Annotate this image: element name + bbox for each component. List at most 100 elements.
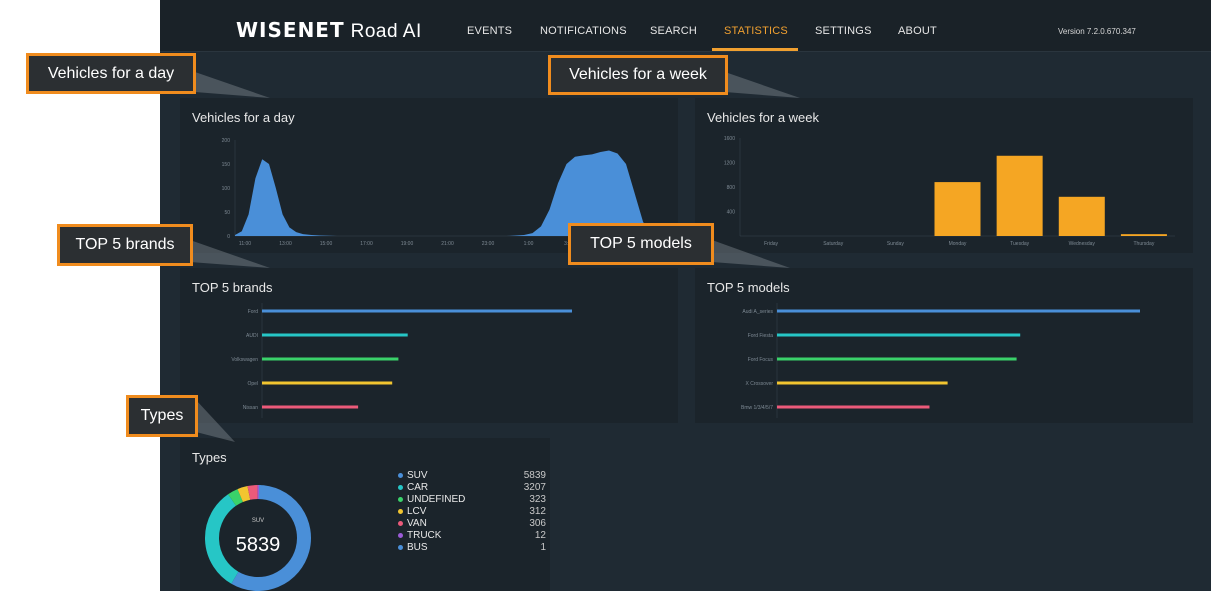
model-bar-1 xyxy=(777,309,1140,313)
legend-dot xyxy=(398,545,403,550)
top-navigation-bar: WISENET Road AI EVENTS NOTIFICATIONS SEAR… xyxy=(160,0,1211,52)
nav-settings[interactable]: SETTINGS xyxy=(815,25,872,37)
y-tick-label: 0 xyxy=(227,234,230,240)
legend-label: CAR xyxy=(407,482,429,493)
wisenet-logo: WISENET Road AI xyxy=(236,18,422,43)
x-tick-label: Friday xyxy=(764,241,778,247)
x-tick-label: 21:00 xyxy=(441,241,454,247)
legend-value: 1 xyxy=(540,542,546,553)
y-tick-label: Volkswagen xyxy=(231,357,258,363)
top-models-chart: Audi A_series Ford Fiesta Ford Focus X Cros… xyxy=(741,303,1140,418)
x-tick-label: 15:00 xyxy=(320,241,333,247)
types-legend-item: UNDEFINED 323 xyxy=(398,494,546,506)
logo-product: Road AI xyxy=(350,21,422,42)
nav-search[interactable]: SEARCH xyxy=(650,25,697,37)
y-tick-label: Opel xyxy=(247,381,258,387)
x-tick-label: Sunday xyxy=(887,241,904,247)
legend-value: 3207 xyxy=(523,482,546,493)
donut-slice-undefined xyxy=(228,489,244,506)
nav-statistics[interactable]: STATISTICS xyxy=(724,25,788,37)
legend-label: UNDEFINED xyxy=(407,494,466,505)
model-bar-2 xyxy=(777,333,1021,337)
legend-dot xyxy=(398,473,403,478)
nav-about[interactable]: ABOUT xyxy=(898,25,937,37)
x-tick-label: 1:00 xyxy=(524,241,534,247)
callout-top-brands: TOP 5 brands xyxy=(57,224,193,266)
y-tick-label: 200 xyxy=(222,138,231,144)
x-tick-label: 19:00 xyxy=(401,241,414,247)
y-tick-label: 100 xyxy=(222,186,231,192)
x-tick-label: 23:00 xyxy=(482,241,495,247)
y-tick-label: 1600 xyxy=(724,136,735,142)
legend-label: LCV xyxy=(407,506,427,517)
week-bar-monday xyxy=(934,182,981,236)
y-tick-label: 150 xyxy=(222,162,231,168)
callout-vehicles-day: Vehicles for a day xyxy=(26,53,196,94)
legend-value: 12 xyxy=(534,530,546,541)
callout-top-models: TOP 5 models xyxy=(568,223,714,265)
types-legend-item: TRUCK 12 xyxy=(398,530,546,542)
legend-dot xyxy=(398,533,403,538)
y-tick-label: 400 xyxy=(727,210,736,216)
callout-top-models-label: TOP 5 models xyxy=(590,235,692,252)
y-tick-label: Ford Fiesta xyxy=(748,333,774,339)
active-tab-indicator xyxy=(712,48,798,51)
legend-dot xyxy=(398,497,403,502)
callout-vehicles-week-label: Vehicles for a week xyxy=(569,66,707,83)
week-bar-wednesday xyxy=(1058,196,1105,236)
legend-value: 306 xyxy=(529,518,546,529)
top-brands-panel: TOP 5 brands Ford AUDI Volkswagen Opel Nissa… xyxy=(180,268,678,423)
brand-bar-3 xyxy=(262,357,399,361)
donut-center-label: SUV xyxy=(252,518,264,524)
y-tick-label: 800 xyxy=(727,185,736,191)
nav-notifications[interactable]: NOTIFICATIONS xyxy=(540,25,627,37)
y-tick-label: 1200 xyxy=(724,161,735,167)
legend-dot xyxy=(398,521,403,526)
x-tick-label: 11:00 xyxy=(239,241,251,247)
y-tick-label: Ford Focus xyxy=(748,357,774,363)
legend-label: TRUCK xyxy=(407,530,442,541)
types-donut-chart: SUV 5839 xyxy=(205,485,311,591)
donut-slice-lcv xyxy=(237,486,251,503)
y-tick-label: Audi A_series xyxy=(742,309,773,315)
y-tick-label: Ford xyxy=(248,309,259,315)
nav-events[interactable]: EVENTS xyxy=(467,25,512,37)
logo-brand: WISENET xyxy=(236,18,345,42)
callout-vehicles-day-label: Vehicles for a day xyxy=(47,64,175,82)
types-legend-item: SUV 5839 xyxy=(398,470,546,482)
x-tick-label: Saturday xyxy=(823,241,844,247)
donut-slice-car xyxy=(205,494,239,584)
brand-bar-5 xyxy=(262,405,359,409)
x-tick-label: Thursday xyxy=(1134,241,1155,247)
donut-center-value: 5839 xyxy=(236,534,281,556)
y-tick-label: Nissan xyxy=(243,405,259,411)
y-tick-label: Bmw 1/3/4/5/7 xyxy=(741,405,773,411)
legend-value: 312 xyxy=(529,506,546,517)
legend-dot xyxy=(398,485,403,490)
legend-label: SUV xyxy=(407,470,428,481)
week-bar-tuesday xyxy=(996,155,1043,236)
version-label: Version 7.2.0.670.347 xyxy=(1058,27,1136,36)
brand-bar-4 xyxy=(262,381,393,385)
legend-label: BUS xyxy=(407,542,428,553)
callout-top-brands-label: TOP 5 brands xyxy=(75,236,175,253)
legend-label: VAN xyxy=(407,518,427,529)
model-bar-3 xyxy=(777,357,1017,361)
callout-types-label: Types xyxy=(140,407,184,424)
top-brands-chart: Ford AUDI Volkswagen Opel Nissan xyxy=(231,303,572,418)
types-legend-item: BUS 1 xyxy=(398,542,546,554)
types-legend: SUV 5839 CAR 3207 UNDEFINED 323 LCV 312 VAN 306 TR… xyxy=(398,470,546,554)
top-models-panel: TOP 5 models Audi A_series Ford Fiesta For… xyxy=(695,268,1193,423)
x-tick-label: Monday xyxy=(949,241,967,247)
x-tick-label: 13:00 xyxy=(279,241,292,247)
x-tick-label: 17:00 xyxy=(360,241,373,247)
vehicles-week-chart: 1600 1200 800 400 Friday Saturday Sunday Monday… xyxy=(724,136,1175,247)
x-tick-label: Wednesday xyxy=(1069,241,1096,247)
callout-types: Types xyxy=(126,395,198,437)
types-legend-item: CAR 3207 xyxy=(398,482,546,494)
y-tick-label: X Crossover xyxy=(745,381,773,387)
callout-vehicles-week: Vehicles for a week xyxy=(548,55,728,95)
model-bar-4 xyxy=(777,381,948,385)
x-tick-label: Tuesday xyxy=(1010,241,1029,247)
legend-value: 323 xyxy=(529,494,546,505)
